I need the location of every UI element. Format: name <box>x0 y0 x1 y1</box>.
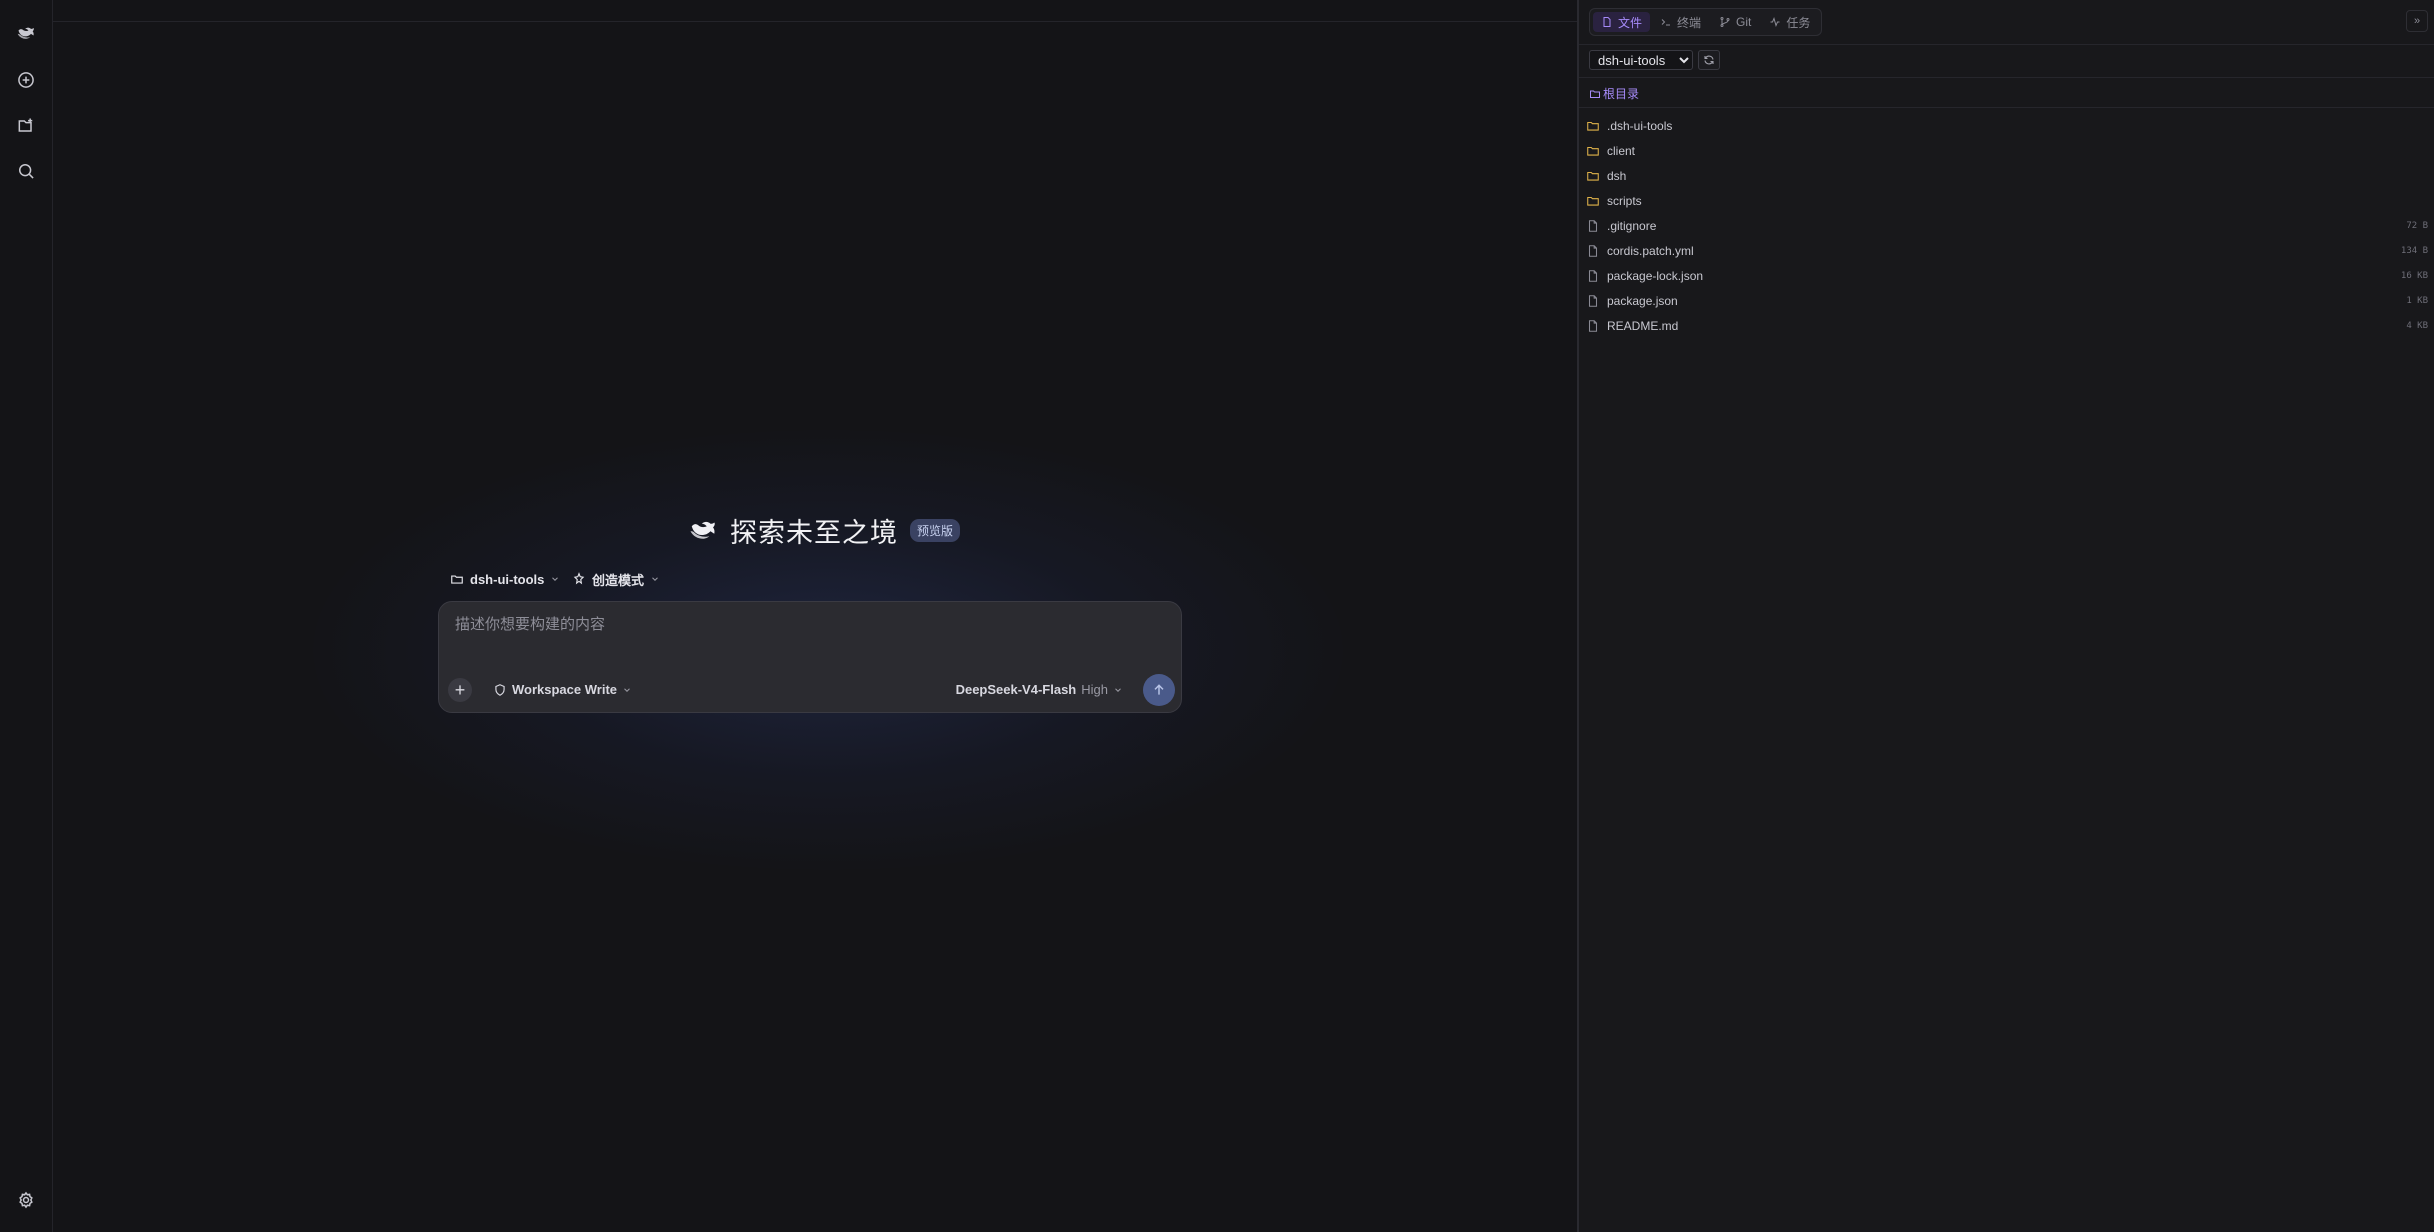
top-divider <box>53 21 1577 22</box>
tree-file-row[interactable]: package.json 1 KB <box>1579 288 2434 313</box>
app-logo-button[interactable] <box>12 19 40 47</box>
file-icon <box>1603 17 1611 27</box>
tab-label: 文件 <box>1618 15 1643 30</box>
tree-item-name: scripts <box>1607 193 1642 208</box>
folder-icon <box>1587 121 1599 131</box>
tree-folder-row[interactable]: .dsh-ui-tools <box>1579 113 2434 138</box>
settings-button[interactable] <box>12 1186 40 1214</box>
file-icon <box>1588 219 1598 232</box>
main-area: 探索未至之境 预览版 dsh-ui-tools 创造模式 + Workspace… <box>53 0 1577 1232</box>
folder-plus-icon <box>18 118 33 132</box>
tab-terminal[interactable]: 终端 <box>1652 12 1709 32</box>
tree-item-name: README.md <box>1607 318 1679 333</box>
file-icon <box>1588 269 1598 282</box>
plus-icon: + <box>454 680 466 700</box>
git-branch-icon <box>1720 17 1730 27</box>
tree-item-name: package.json <box>1607 293 1678 308</box>
model-name: DeepSeek-V4-Flash <box>955 682 1077 697</box>
attach-button[interactable]: + <box>448 678 472 702</box>
tab-label: Git <box>1736 15 1752 29</box>
tab-git[interactable]: Git <box>1711 12 1759 32</box>
app-window: 探索未至之境 预览版 dsh-ui-tools 创造模式 + Workspace… <box>0 0 2434 1232</box>
file-icon <box>1588 319 1598 332</box>
tree-item-name: client <box>1607 143 1636 158</box>
hero-title: 探索未至之境 <box>730 517 898 548</box>
tree-folder-row[interactable]: client <box>1579 138 2434 163</box>
project-picker-label: dsh-ui-tools <box>470 571 545 587</box>
file-size: 1 KB <box>2406 295 2428 306</box>
tree-folder-row[interactable]: dsh <box>1579 163 2434 188</box>
tree-item-name: .dsh-ui-tools <box>1607 118 1673 133</box>
tree-file-row[interactable]: cordis.patch.yml 134 B <box>1579 238 2434 263</box>
preview-badge: 预览版 <box>910 518 961 542</box>
tab-label: 终端 <box>1677 15 1702 30</box>
collapse-panel-button[interactable]: » <box>2406 10 2428 32</box>
folder-icon <box>1587 146 1599 156</box>
divider <box>1579 77 2434 78</box>
project-select[interactable]: dsh-ui-tools <box>1589 50 1693 70</box>
effort-level: High <box>1081 682 1108 697</box>
breadcrumb[interactable]: 根目录 <box>1589 85 1639 102</box>
refresh-button[interactable] <box>1698 50 1720 70</box>
terminal-icon <box>1661 19 1671 26</box>
breadcrumb-root: 根目录 <box>1603 87 1640 101</box>
chevron-down-icon <box>624 687 630 692</box>
file-icon <box>1588 294 1598 307</box>
left-rail <box>0 0 53 1232</box>
chevron-down-icon <box>552 577 559 581</box>
new-chat-button[interactable] <box>12 66 40 94</box>
folder-icon <box>1587 171 1599 181</box>
sparkle-icon <box>573 572 585 585</box>
permission-label: Workspace Write <box>512 682 618 697</box>
arrow-up-icon <box>1154 684 1164 695</box>
search-icon <box>19 164 34 179</box>
whale-logo-icon <box>17 27 34 39</box>
file-tree: .dsh-ui-tools client dsh scripts .gitignore 7… <box>1579 113 2434 338</box>
project-picker[interactable]: dsh-ui-tools <box>450 568 560 590</box>
file-size: 4 KB <box>2406 320 2428 331</box>
search-button[interactable] <box>12 157 40 185</box>
chevron-down-icon <box>1115 687 1121 692</box>
file-panel: 文件 终端 Git 任务 » dsh-ui-tools 根目录 .dsh-ui-… <box>1577 0 2434 1232</box>
file-size: 72 B <box>2406 220 2428 231</box>
model-picker[interactable]: DeepSeek-V4-Flash High <box>956 682 1123 697</box>
double-chevron-right-icon: » <box>2413 15 2421 27</box>
shield-icon <box>495 683 505 696</box>
tab-label: 任务 <box>1786 15 1811 30</box>
panel-tabs: 文件 终端 Git 任务 <box>1589 8 1823 36</box>
refresh-icon <box>1704 55 1714 65</box>
gear-icon <box>19 1191 33 1209</box>
chevron-down-icon <box>652 577 658 581</box>
folder-icon <box>1590 90 1600 98</box>
tree-file-row[interactable]: README.md 4 KB <box>1579 313 2434 338</box>
divider <box>1579 44 2434 45</box>
folder-open-icon <box>451 575 463 584</box>
file-icon <box>1588 244 1598 257</box>
mode-picker[interactable]: 创造模式 <box>572 568 660 590</box>
tree-item-name: dsh <box>1607 168 1627 183</box>
file-size: 16 KB <box>2400 270 2428 281</box>
mode-picker-label: 创造模式 <box>592 572 645 588</box>
tab-files[interactable]: 文件 <box>1593 12 1651 32</box>
folder-icon <box>1587 196 1599 206</box>
tree-file-row[interactable]: .gitignore 72 B <box>1579 213 2434 238</box>
tab-tasks[interactable]: 任务 <box>1761 12 1818 32</box>
prompt-input[interactable] <box>455 616 1155 633</box>
whale-logo-icon <box>690 521 715 539</box>
send-button[interactable] <box>1143 674 1175 706</box>
tree-folder-row[interactable]: scripts <box>1579 188 2434 213</box>
prompt-composer: + Workspace Write DeepSeek-V4-Flash High <box>438 601 1182 713</box>
file-size: 134 B <box>2400 245 2428 256</box>
divider <box>1579 107 2434 108</box>
activity-icon <box>1770 17 1780 27</box>
tree-item-name: package-lock.json <box>1607 268 1704 283</box>
permission-picker[interactable]: Workspace Write <box>493 682 632 697</box>
tree-item-name: cordis.patch.yml <box>1607 243 1694 258</box>
hero-heading: 探索未至之境 预览版 <box>686 510 961 550</box>
tree-file-row[interactable]: package-lock.json 16 KB <box>1579 263 2434 288</box>
tree-item-name: .gitignore <box>1607 218 1657 233</box>
plus-circle-icon <box>18 72 34 88</box>
new-project-button[interactable] <box>12 112 40 140</box>
